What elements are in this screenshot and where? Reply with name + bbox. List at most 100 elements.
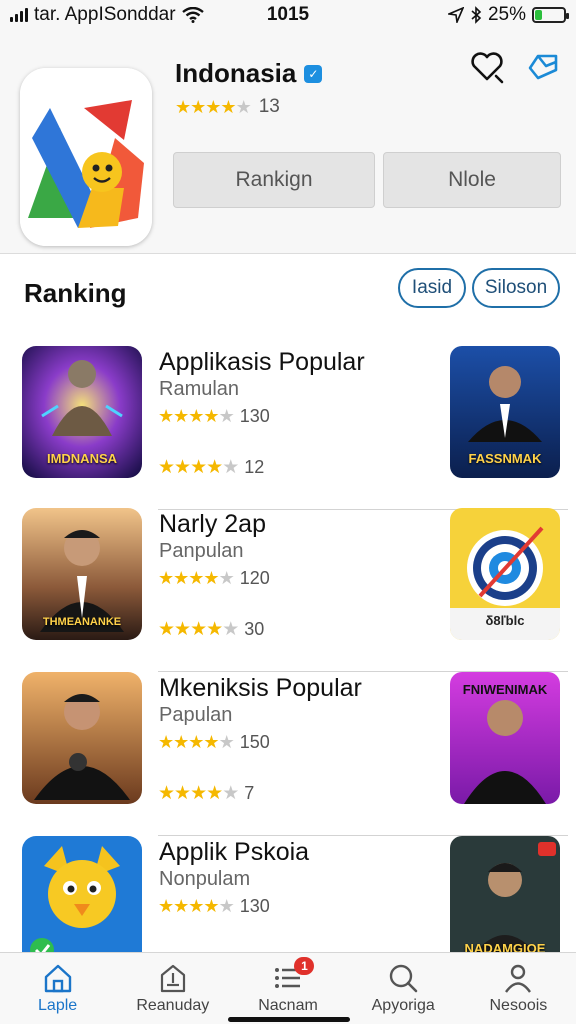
app-thumbnail[interactable]: THMEANANKE bbox=[22, 508, 142, 640]
search-icon bbox=[390, 964, 418, 993]
star-icon: ★ bbox=[158, 568, 174, 588]
promo-thumbnail[interactable]: δ8ľblc bbox=[450, 508, 560, 640]
star-icon: ★ bbox=[174, 619, 191, 640]
promo-thumbnail[interactable]: FNIWENIMAK bbox=[450, 672, 560, 804]
item-title[interactable]: Narly 2ap bbox=[159, 510, 266, 539]
rating-count: 130 bbox=[239, 406, 270, 426]
item-title[interactable]: Applik Pskoia bbox=[159, 838, 309, 867]
star-icon: ★ bbox=[218, 896, 235, 916]
star-icon: ★ bbox=[206, 619, 223, 640]
rating-count: 150 bbox=[239, 732, 270, 752]
item-title[interactable]: Applikasis Popular bbox=[159, 348, 365, 377]
star-icon: ★ bbox=[173, 406, 189, 426]
star-icon: ★ bbox=[190, 457, 207, 478]
list-item[interactable]: Mkeniksis Popular Papulan ★★★★★ 150 ★★★★… bbox=[0, 672, 576, 836]
star-icon: ★ bbox=[175, 96, 191, 117]
bluetooth-icon bbox=[471, 6, 482, 24]
thumbnail-caption: FASSNMAK bbox=[468, 451, 542, 466]
app-header: Indonasia ✓ ★★★★★ 13 Rankign Nlole bbox=[0, 30, 576, 254]
star-icon: ★ bbox=[205, 96, 221, 117]
star-icon: ★ bbox=[220, 96, 236, 117]
nlole-button[interactable]: Nlole bbox=[383, 152, 561, 208]
tab-label: Apyoriga bbox=[371, 997, 435, 1014]
rating-count: 12 bbox=[244, 457, 265, 477]
star-icon: ★ bbox=[203, 896, 219, 916]
share-icon bbox=[528, 54, 558, 80]
thumbnail-caption: δ8ľblc bbox=[485, 613, 525, 628]
promo-thumbnail[interactable]: NADAMGIOE bbox=[450, 836, 560, 968]
app-thumbnail[interactable] bbox=[22, 672, 142, 804]
star-icon: ★ bbox=[173, 732, 189, 752]
filter-pill[interactable]: Iasid bbox=[398, 268, 466, 308]
promo-thumbnail[interactable]: FASSNMAK bbox=[450, 346, 560, 478]
rating-count: 7 bbox=[244, 783, 255, 803]
tab-label: Laple bbox=[38, 997, 78, 1014]
star-icon: ★ bbox=[188, 406, 204, 426]
star-icon: ★ bbox=[158, 619, 175, 640]
tab-reanuday[interactable]: Reanuday bbox=[115, 953, 230, 1024]
profile-icon bbox=[505, 964, 532, 993]
tab-nacnam[interactable]: 1 Nacnam bbox=[230, 953, 345, 1024]
rating-stars: ★★★★★ bbox=[158, 456, 239, 479]
item-subtitle: Panpulan bbox=[159, 540, 244, 562]
app-thumbnail[interactable]: IMDNANSA bbox=[22, 346, 142, 478]
share-button[interactable] bbox=[524, 48, 562, 86]
item-rating: ★★★★★ 130 bbox=[158, 406, 270, 427]
rating-stars: ★★★★★ bbox=[158, 896, 235, 917]
item-rating: ★★★★★ 120 bbox=[158, 568, 270, 589]
rating-count: 30 bbox=[244, 619, 265, 639]
status-right: 25% bbox=[447, 4, 569, 26]
tab-label: Nesoois bbox=[489, 997, 548, 1014]
item-subtitle: Ramulan bbox=[159, 378, 240, 400]
list-item[interactable]: THMEANANKE Narly 2ap Panpulan ★★★★★ 120 … bbox=[0, 508, 576, 672]
tab-laple[interactable]: Laple bbox=[0, 953, 115, 1024]
star-icon: ★ bbox=[158, 732, 174, 752]
battery-icon bbox=[532, 7, 569, 23]
item-subtitle: Nonpulam bbox=[159, 868, 251, 890]
star-icon: ★ bbox=[173, 568, 189, 588]
star-icon: ★ bbox=[158, 783, 175, 804]
item-rating-secondary: ★★★★★ 12 bbox=[158, 456, 264, 479]
star-icon: ★ bbox=[218, 568, 235, 588]
star-icon: ★ bbox=[222, 783, 239, 804]
update-icon bbox=[160, 964, 185, 993]
star-icon: ★ bbox=[174, 457, 191, 478]
list-item[interactable]: IMDNANSA Applikasis Popular Ramulan ★★★★… bbox=[0, 346, 576, 510]
app-thumbnail[interactable] bbox=[22, 836, 142, 968]
favorite-button[interactable] bbox=[468, 48, 506, 86]
star-icon: ★ bbox=[190, 619, 207, 640]
rating-stars: ★★★★★ bbox=[158, 618, 239, 641]
item-title[interactable]: Mkeniksis Popular bbox=[159, 674, 362, 703]
item-subtitle: Papulan bbox=[159, 704, 233, 726]
rating-stars: ★★★★★ bbox=[175, 96, 252, 118]
filter-pill[interactable]: Siloson bbox=[472, 268, 560, 308]
star-icon: ★ bbox=[174, 783, 191, 804]
tab-apyoriga[interactable]: Apyoriga bbox=[346, 953, 461, 1024]
tab-nesoois[interactable]: Nesoois bbox=[461, 953, 576, 1024]
item-rating-secondary: ★★★★★ 30 bbox=[158, 618, 264, 641]
star-icon: ★ bbox=[158, 406, 174, 426]
battery-percent: 25% bbox=[487, 4, 526, 25]
rating-stars: ★★★★★ bbox=[158, 406, 235, 427]
rating-count: 120 bbox=[239, 568, 270, 588]
star-icon: ★ bbox=[235, 96, 252, 117]
wifi-icon bbox=[181, 7, 204, 23]
ranking-button[interactable]: Rankign bbox=[173, 152, 375, 208]
item-rating-secondary: ★★★★★ 7 bbox=[158, 782, 254, 805]
star-icon: ★ bbox=[188, 568, 204, 588]
status-left: tar. AppISonddar bbox=[10, 4, 448, 26]
star-icon: ★ bbox=[218, 406, 235, 426]
location-icon bbox=[447, 7, 464, 23]
item-rating: ★★★★★ 130 bbox=[158, 896, 270, 917]
star-icon: ★ bbox=[206, 783, 223, 804]
rating-stars: ★★★★★ bbox=[158, 782, 239, 805]
star-icon: ★ bbox=[206, 457, 223, 478]
star-icon: ★ bbox=[158, 896, 174, 916]
star-icon: ★ bbox=[222, 457, 239, 478]
star-icon: ★ bbox=[203, 568, 219, 588]
app-logo[interactable] bbox=[20, 68, 152, 246]
verified-icon: ✓ bbox=[304, 64, 323, 83]
star-icon: ★ bbox=[188, 732, 204, 752]
star-icon: ★ bbox=[218, 732, 235, 752]
tab-bar: Laple Reanuday 1 Nacnam Apyoriga Nesoois bbox=[0, 952, 576, 1024]
